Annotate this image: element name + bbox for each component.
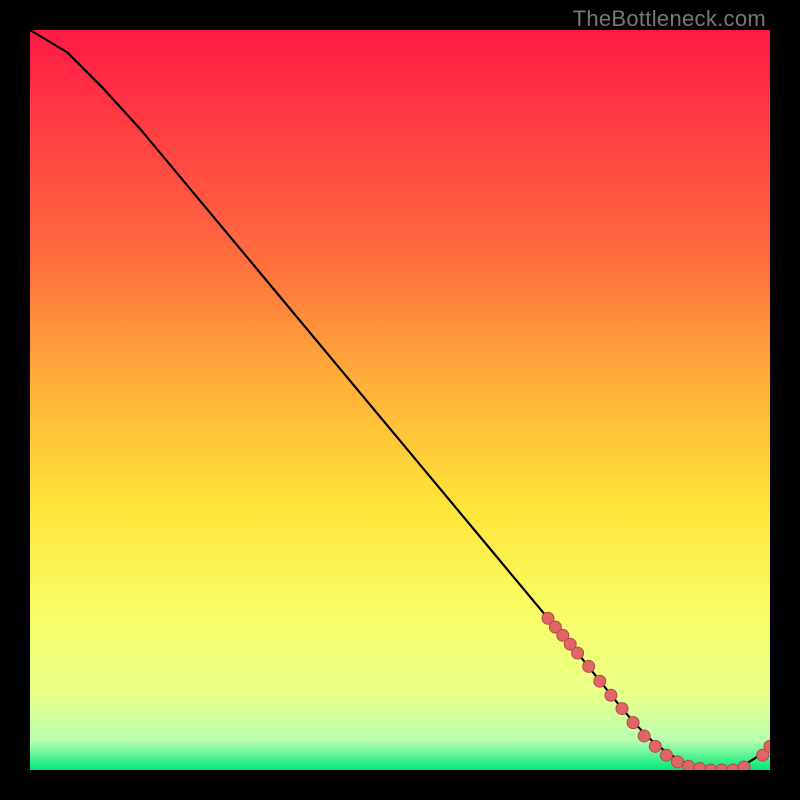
chart-frame: TheBottleneck.com [0,0,800,800]
data-dot [605,689,617,701]
bottleneck-curve [30,30,770,770]
data-dot [705,764,717,770]
data-dot [672,756,684,768]
data-dot [694,763,706,770]
data-dot [649,740,661,752]
plot-area [30,30,770,770]
chart-svg [30,30,770,770]
data-dot [738,761,750,770]
data-dot [716,764,728,770]
data-dot [583,660,595,672]
watermark-text: TheBottleneck.com [573,6,766,32]
data-dot [660,749,672,761]
data-dot [572,647,584,659]
data-dot [594,675,606,687]
data-dot [627,717,639,729]
data-dot [727,764,739,770]
data-dot [683,760,695,770]
data-dot [616,703,628,715]
data-dot [638,730,650,742]
